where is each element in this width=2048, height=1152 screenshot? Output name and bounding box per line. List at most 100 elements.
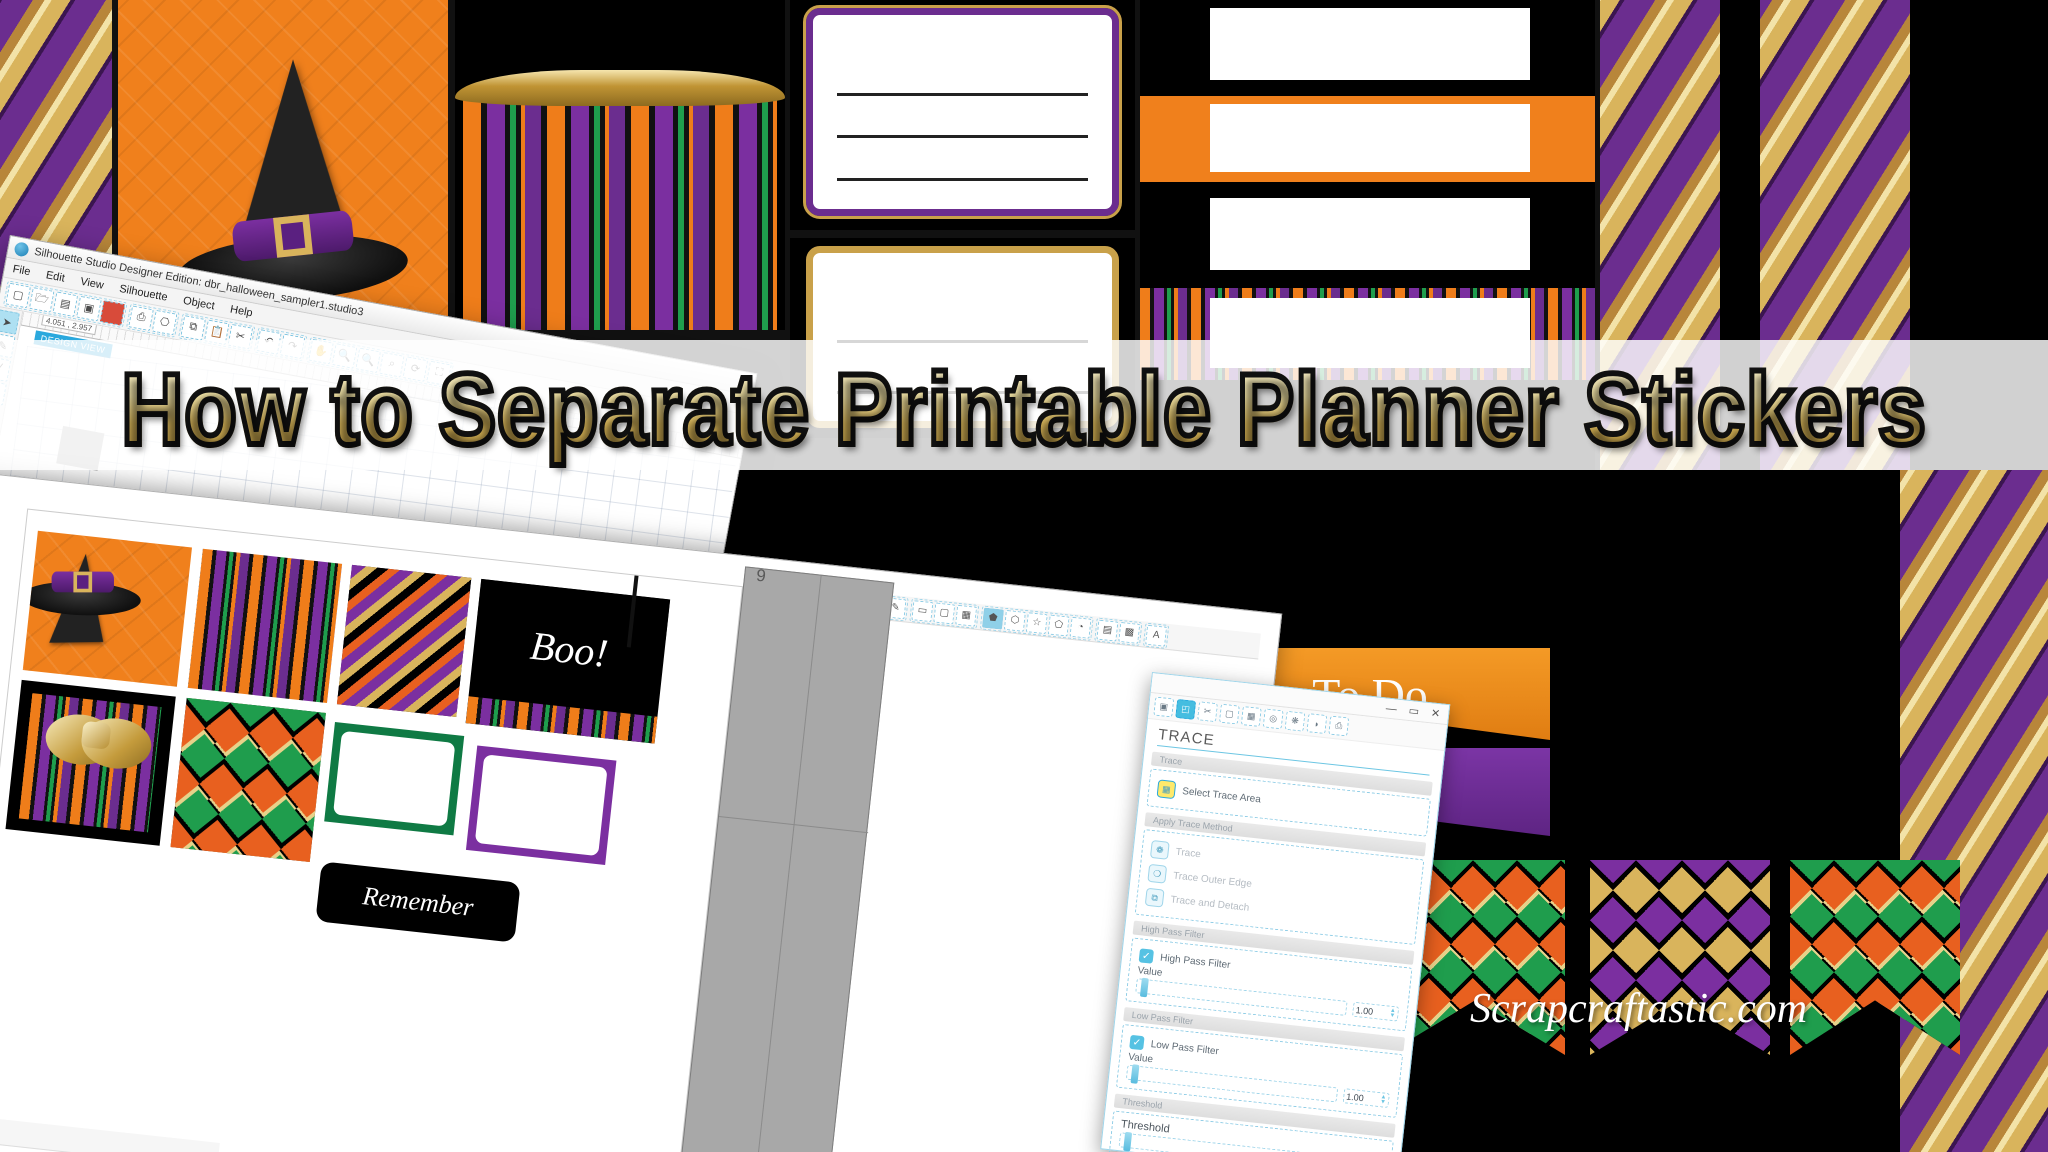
sticker-card-panel-1 xyxy=(790,0,1135,230)
text-tools-group[interactable]: A xyxy=(1142,622,1170,649)
spinner-arrows-icon[interactable]: ▲ ▼ xyxy=(1380,1094,1387,1106)
gold-bow-graphic xyxy=(42,703,154,783)
page-setup-icon[interactable]: ▣ xyxy=(1153,696,1175,718)
registration-icon[interactable]: ▢ xyxy=(1218,703,1240,725)
menu-item-edit[interactable]: Edit xyxy=(45,269,66,284)
boo-label: Boo! xyxy=(528,622,611,676)
close-icon[interactable]: ✕ xyxy=(1430,706,1441,720)
trace-panel-window[interactable]: — ▭ ✕ ▣ ◰ ✂ ▢ ▦ ◎ ❋ ◗ ⎙ TRACE Trace ▦ Se… xyxy=(1100,672,1451,1152)
color-palette-icon[interactable]: ▤ xyxy=(1096,619,1119,642)
low-pass-value-spinner[interactable]: 1.00 ▲ ▼ xyxy=(1342,1088,1390,1109)
sticker-vertical-stripes xyxy=(463,95,777,330)
sticker-swoosh-stripe-panel xyxy=(455,0,785,330)
pattern-fill-icon[interactable]: ▩ xyxy=(1118,621,1141,644)
trace-method-icon[interactable]: ❁ xyxy=(1149,839,1170,860)
cut-settings-icon[interactable]: ⎔ xyxy=(151,309,178,335)
copy-icon[interactable]: ⧉ xyxy=(180,314,207,341)
grid-icon[interactable]: ▦ xyxy=(955,604,978,627)
preview-sticker-white-card-2[interactable] xyxy=(465,745,617,865)
trace-method-label: Trace xyxy=(1175,846,1202,860)
bow-knot xyxy=(80,720,112,750)
spinner-arrows-icon[interactable]: ▲ ▼ xyxy=(1389,1007,1396,1019)
trace-and-detach-icon[interactable]: ⧉ xyxy=(1144,887,1165,908)
low-pass-value: 1.00 xyxy=(1345,1090,1365,1103)
open-folder-icon[interactable]: 🗁 xyxy=(28,286,55,313)
sticker-white-box xyxy=(1210,104,1530,172)
card-rule xyxy=(836,92,1089,96)
sticker-white-box xyxy=(1210,198,1530,270)
remember-label-sticker[interactable]: Remember xyxy=(315,861,521,943)
new-document-icon[interactable]: ▢ xyxy=(5,282,32,308)
slider-thumb[interactable] xyxy=(1130,1064,1140,1084)
sticker-white-box xyxy=(1210,8,1530,80)
card-rule xyxy=(836,135,1089,139)
polygon-shape-icon[interactable]: ⬡ xyxy=(1003,609,1026,632)
remember-label: Remember xyxy=(361,881,475,922)
preview-white-box xyxy=(332,730,456,827)
witch-hat-buckle xyxy=(73,571,92,593)
witch-hat-graphic xyxy=(176,53,410,308)
text-tool-icon[interactable]: A xyxy=(1145,624,1168,647)
page-title-text: How to Separate Printable Planner Sticke… xyxy=(119,350,1929,469)
trace-outer-edge-label: Trace Outer Edge xyxy=(1172,870,1253,890)
arc-icon[interactable]: ◔ xyxy=(1069,616,1092,639)
gold-swoosh-divider xyxy=(455,70,785,106)
preview-sticker-white-card-1[interactable] xyxy=(324,721,465,836)
preview-sticker-harlequin[interactable] xyxy=(170,697,326,863)
menu-item-object[interactable]: Object xyxy=(182,294,215,312)
trace-outer-edge-icon[interactable]: ❍ xyxy=(1147,863,1168,884)
ellipse-icon[interactable]: ⬟ xyxy=(982,607,1005,630)
grid-icon[interactable]: ▦ xyxy=(1240,706,1262,727)
menu-item-file[interactable]: File xyxy=(12,263,32,278)
title-overlay-text-wrap: How to Separate Printable Planner Sticke… xyxy=(0,350,2048,469)
page-title: How to Separate Printable Planner Sticke… xyxy=(119,350,1929,469)
restore-icon[interactable]: ▭ xyxy=(1408,704,1420,718)
send-icon[interactable]: ⎙ xyxy=(1328,715,1350,737)
slider-thumb[interactable] xyxy=(1123,1131,1133,1152)
preview-sticker-bow[interactable] xyxy=(5,679,176,846)
shape-icon[interactable]: ⬠ xyxy=(1047,613,1070,636)
select-trace-area-label: Select Trace Area xyxy=(1181,785,1262,805)
rounded-rectangle-icon[interactable]: ▢ xyxy=(933,601,956,624)
witch-hat-cone xyxy=(241,53,345,237)
save-as-icon[interactable]: ▣ xyxy=(76,295,102,321)
label-card-purple xyxy=(803,5,1122,219)
menu-item-help[interactable]: Help xyxy=(229,303,253,319)
high-pass-value: 1.00 xyxy=(1355,1004,1374,1017)
document-artboard[interactable]: Boo! Remember xyxy=(0,508,744,1152)
trace-icon[interactable]: ◰ xyxy=(1175,698,1197,720)
registration-cut-mark xyxy=(626,569,705,655)
site-watermark: Scrapcraftastic.com xyxy=(1470,986,1808,1032)
offset-icon[interactable]: ◎ xyxy=(1262,708,1284,730)
preview-sticker-chevron[interactable] xyxy=(336,564,472,718)
select-trace-area-icon[interactable]: ▦ xyxy=(1156,779,1177,800)
high-pass-value-spinner[interactable]: 1.00 ▲ ▼ xyxy=(1351,1001,1400,1022)
library-icon[interactable] xyxy=(99,299,126,326)
high-pass-filter-checkbox[interactable]: ✓ xyxy=(1138,948,1155,964)
select-arrow-icon[interactable]: ➤ xyxy=(0,309,20,335)
shape-tools-group[interactable]: ▭ ▢ ▦ xyxy=(909,597,980,629)
save-icon[interactable]: ▤ xyxy=(52,290,79,317)
trace-and-detach-label: Trace and Detach xyxy=(1169,893,1250,914)
send-to-silhouette-icon[interactable]: ⎙ xyxy=(128,304,154,331)
minimize-icon[interactable]: — xyxy=(1385,702,1397,715)
star-icon[interactable]: ☆ xyxy=(1025,611,1048,634)
screenshot-stage: To Do Scrapcraftastic.com Silhouette Stu… xyxy=(0,0,2048,1152)
slider-thumb[interactable] xyxy=(1139,977,1149,998)
witch-hat-buckle xyxy=(273,214,313,258)
preview-sticker-hat[interactable] xyxy=(22,530,192,687)
modify-icon[interactable]: ❋ xyxy=(1284,710,1306,732)
low-pass-filter-checkbox[interactable]: ✓ xyxy=(1129,1034,1145,1051)
menu-item-view[interactable]: View xyxy=(79,275,104,291)
cut-settings-icon[interactable]: ✂ xyxy=(1197,701,1219,723)
rectangle-icon[interactable]: ▭ xyxy=(911,599,934,622)
page-gridline xyxy=(742,575,822,1152)
preview-white-box xyxy=(474,754,608,857)
preview-sticker-stripes[interactable] xyxy=(187,548,343,703)
polygon-tools-group[interactable]: ⬟ ⬡ ☆ ⬠ ◔ xyxy=(979,604,1094,641)
sticker-orange-box-row xyxy=(1140,96,1595,182)
low-pass-filter-label: Low Pass Filter xyxy=(1150,1038,1220,1057)
fill-tools-group[interactable]: ▤ ▩ xyxy=(1094,616,1143,646)
eraser-panel-icon[interactable]: ◗ xyxy=(1306,713,1328,735)
silhouette-logo-icon xyxy=(13,240,30,258)
